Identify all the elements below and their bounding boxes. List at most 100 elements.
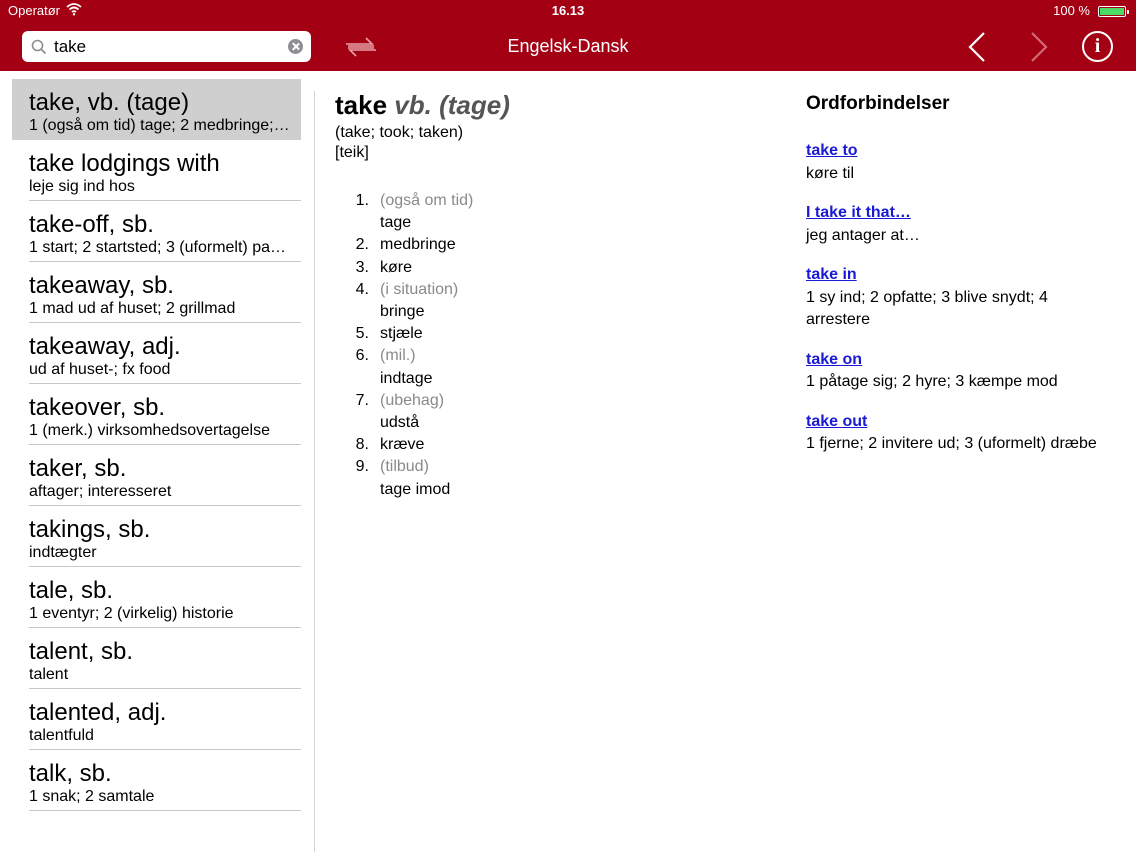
list-item[interactable]: takeover, sb. 1 (merk.) virksomhedsoverta… (12, 384, 301, 445)
list-item[interactable]: takeaway, sb. 1 mad ud af huset; 2 grillm… (12, 262, 301, 323)
list-item-headword: tale, sb. (29, 577, 114, 604)
sense-translation: tage imod (380, 480, 451, 498)
list-item[interactable]: talent, sb. talent (12, 628, 301, 689)
entry-header: take vb. (tage) (take; took; taken) [tei… (335, 90, 775, 162)
sense-item: 4. (i situation) bringe (335, 279, 755, 323)
sense-translation: køre (380, 258, 412, 276)
phrase-item: take in 1 sy ind; 2 opfatte; 3 blive snyd… (806, 264, 1106, 332)
clear-icon[interactable] (288, 39, 303, 54)
row-separator (29, 810, 301, 811)
list-item[interactable]: takeaway, adj. ud af huset-; fx food (12, 323, 301, 384)
phrase-list: take to køre til I take it that… jeg antage… (806, 140, 1106, 456)
list-item-headword: take, vb. (tage) (29, 89, 190, 116)
list-item[interactable]: take-off, sb. 1 start; 2 startsted; 3 (uf… (12, 201, 301, 262)
search-bar[interactable] (22, 31, 311, 62)
sense-number: 1. (355, 192, 369, 209)
list-item-translation: talentfuld (29, 727, 94, 744)
phrase-translation: køre til (806, 164, 854, 182)
list-item[interactable]: talented, adj. talentfuld (12, 689, 301, 750)
phrase-item: I take it that… jeg antager at… (806, 202, 1106, 247)
sense-item: 7. (ubehag) udstå (335, 390, 755, 434)
list-item-translation: leje sig ind hos (29, 178, 135, 195)
sense-list: 1. (også om tid) tage 2. medbringe 3. køre 4. (i… (335, 190, 755, 501)
phrase-translation: jeg antager at… (806, 226, 920, 244)
search-input[interactable] (54, 31, 274, 62)
sense-item: 2. medbringe (335, 234, 755, 256)
sense-note: (ubehag) (380, 391, 445, 409)
carrier-label: Operatør (8, 3, 61, 18)
list-item-translation: indtægter (29, 544, 97, 561)
sense-translation: medbringe (380, 236, 456, 254)
sense-note: (også om tid) (380, 192, 474, 209)
list-item-headword: takeaway, adj. (29, 333, 181, 360)
battery-percentage: 100 % (1053, 3, 1090, 18)
list-item-translation: 1 (også om tid) tage; 2 medbringe; 3 kør… (29, 117, 291, 134)
list-item-translation: aftager; interesseret (29, 483, 172, 500)
sense-translation: kræve (380, 436, 425, 454)
sense-item: 6. (mil.) indtage (335, 345, 755, 389)
sense-number: 8. (355, 436, 369, 454)
phrase-item: take on 1 påtage sig; 2 hyre; 3 kæmpe mod (806, 349, 1106, 394)
nav-title: Engelsk-Dansk (507, 36, 629, 56)
sense-item: 5. stjæle (335, 323, 755, 345)
sense-number: 5. (355, 325, 369, 343)
list-item-headword: talented, adj. (29, 699, 167, 726)
phrases-panel: Ordforbindelser take to køre til I take it… (806, 90, 1106, 473)
phrase-link[interactable]: take on (806, 349, 1106, 372)
list-item[interactable]: taker, sb. aftager; interesseret (12, 445, 301, 506)
list-item-headword: talk, sb. (29, 760, 112, 787)
phrase-item: take to køre til (806, 140, 1106, 185)
wifi-icon (66, 3, 82, 16)
list-item-translation: 1 (merk.) virksomhedsovertagelse (29, 422, 270, 439)
sense-note: (tilbud) (380, 458, 429, 476)
list-item-translation: talent (29, 666, 69, 683)
search-icon (31, 39, 47, 55)
forward-arrow-icon[interactable] (1024, 31, 1054, 63)
phrase-translation: 1 sy ind; 2 opfatte; 3 blive snydt; 4 ar… (806, 288, 1048, 329)
sense-note: (mil.) (380, 347, 416, 365)
list-item[interactable]: talk, sb. 1 snak; 2 samtale (12, 750, 301, 811)
list-item-headword: talent, sb. (29, 638, 134, 665)
list-item-headword: takeaway, sb. (29, 272, 174, 299)
sense-item: 1. (også om tid) tage (335, 190, 755, 234)
results-list: take, vb. (tage) 1 (også om tid) tage; 2 … (0, 71, 315, 852)
list-item-translation: 1 mad ud af huset; 2 grillmad (29, 300, 236, 317)
sense-item: 8. kræve (335, 434, 755, 456)
sense-number: 6. (355, 347, 369, 365)
phrase-link[interactable]: take in (806, 264, 1106, 287)
entry-pronunciation: [teik] (335, 144, 369, 161)
sense-translation: udstå (380, 414, 420, 432)
sense-translation: bringe (380, 303, 425, 321)
list-item[interactable]: tale, sb. 1 eventyr; 2 (virkelig) histori… (12, 567, 301, 628)
status-time: 16.13 (551, 3, 585, 18)
list-item-headword: takeover, sb. (29, 394, 166, 421)
list-item[interactable]: take lodgings with leje sig ind hos (12, 140, 301, 201)
phrase-translation: 1 fjerne; 2 invitere ud; 3 (uformelt) dr… (806, 435, 1097, 452)
phrase-link[interactable]: take to (806, 140, 1106, 163)
sense-number: 9. (355, 458, 369, 476)
list-item-headword: take lodgings with (29, 150, 220, 177)
phrase-item: take out 1 fjerne; 2 invitere ud; 3 (ufor… (806, 411, 1106, 456)
entry-forms: (take; took; taken) (335, 124, 464, 141)
navigation-bar: Engelsk-Dansk i (0, 22, 1136, 71)
list-item-translation: 1 start; 2 startsted; 3 (uformelt) parod… (29, 239, 291, 256)
back-arrow-icon[interactable] (962, 31, 992, 63)
list-item-translation: ud af huset-; fx food (29, 361, 171, 378)
list-item-translation: 1 eventyr; 2 (virkelig) historie (29, 605, 234, 622)
sense-translation: tage (380, 214, 412, 232)
status-bar: Operatør 16.13 100 % (0, 0, 1136, 22)
list-item[interactable]: take, vb. (tage) 1 (også om tid) tage; 2 … (12, 79, 301, 140)
sense-item: 3. køre (335, 257, 755, 279)
list-item-headword: taker, sb. (29, 455, 127, 482)
swap-language-icon[interactable] (342, 34, 380, 60)
phrase-link[interactable]: take out (806, 411, 1106, 434)
sense-note: (i situation) (380, 280, 459, 298)
list-divider (314, 91, 315, 852)
sense-translation: stjæle (380, 325, 423, 343)
phrase-link[interactable]: I take it that… (806, 202, 1106, 225)
list-item-translation: 1 snak; 2 samtale (29, 788, 155, 805)
sense-number: 4. (355, 280, 369, 298)
info-icon[interactable]: i (1082, 31, 1113, 62)
sense-number: 7. (355, 391, 369, 409)
list-item[interactable]: takings, sb. indtægter (12, 506, 301, 567)
